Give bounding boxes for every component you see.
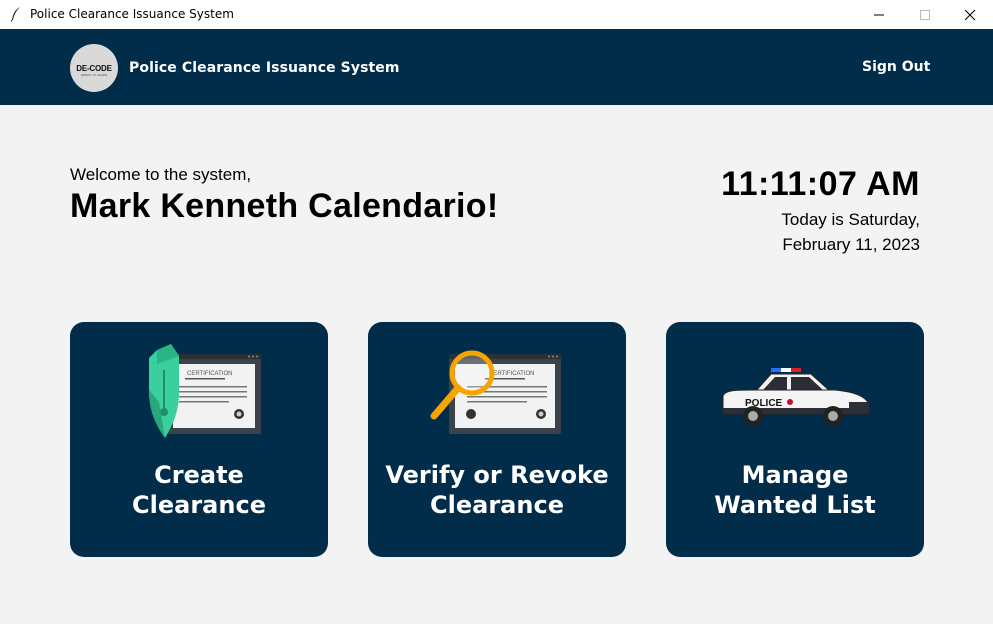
welcome-text: Welcome to the system, — [70, 165, 252, 184]
user-name: Mark Kenneth Calendario! — [70, 187, 499, 225]
card-label-line1: Manage — [741, 461, 849, 489]
date-full: February 11, 2023 — [782, 235, 920, 254]
clock-time: 11:11:07 AM — [721, 165, 920, 203]
maximize-button[interactable] — [902, 0, 948, 29]
minimize-icon — [874, 14, 884, 15]
dashboard-main: Welcome to the system, Mark Kenneth Cale… — [0, 105, 993, 624]
sign-out-button[interactable]: Sign Out — [862, 59, 930, 75]
pen-certificate-icon: CERTIFICATION — [70, 342, 328, 452]
window-title: Police Clearance Issuance System — [30, 7, 234, 21]
card-label-line1: Verify or Revoke — [385, 461, 609, 489]
police-car-icon: POLICE — [666, 342, 924, 452]
decode-logo: DE-CODE DEBUG TO SHAPE — [70, 44, 118, 92]
cert-title: CERTIFICATION — [187, 371, 232, 377]
card-label-line2: Clearance — [430, 491, 564, 519]
maximize-icon — [920, 9, 930, 20]
verify-revoke-clearance-label: Verify or Revoke Clearance — [368, 460, 626, 520]
magnifier-certificate-icon: CERTIFICATION — [368, 342, 626, 452]
logo-text: DE-CODE — [76, 63, 112, 73]
date-day: Today is Saturday, — [781, 210, 920, 229]
card-label-line2: Wanted List — [714, 491, 876, 519]
verify-revoke-clearance-card[interactable]: CERTIFICATION Verify or Revoke Clearance — [368, 322, 626, 557]
feather-icon — [10, 7, 20, 22]
card-label-line2: Clearance — [132, 491, 266, 519]
close-button[interactable] — [947, 0, 993, 29]
logo-subtext: DEBUG TO SHAPE — [80, 73, 108, 77]
window-titlebar: Police Clearance Issuance System — [0, 0, 993, 29]
create-clearance-card[interactable]: CERTIFICATION Create Clearance — [70, 322, 328, 557]
manage-wanted-list-card[interactable]: POLICE Manage Wanted List — [666, 322, 924, 557]
manage-wanted-list-label: Manage Wanted List — [666, 460, 924, 520]
cert-title: CERTIFICATION — [489, 371, 534, 377]
create-clearance-label: Create Clearance — [70, 460, 328, 520]
minimize-button[interactable] — [856, 0, 902, 29]
app-title: Police Clearance Issuance System — [129, 60, 400, 76]
close-icon — [964, 9, 976, 20]
card-label-line1: Create — [154, 461, 244, 489]
app-header: DE-CODE DEBUG TO SHAPE Police Clearance … — [0, 29, 993, 105]
